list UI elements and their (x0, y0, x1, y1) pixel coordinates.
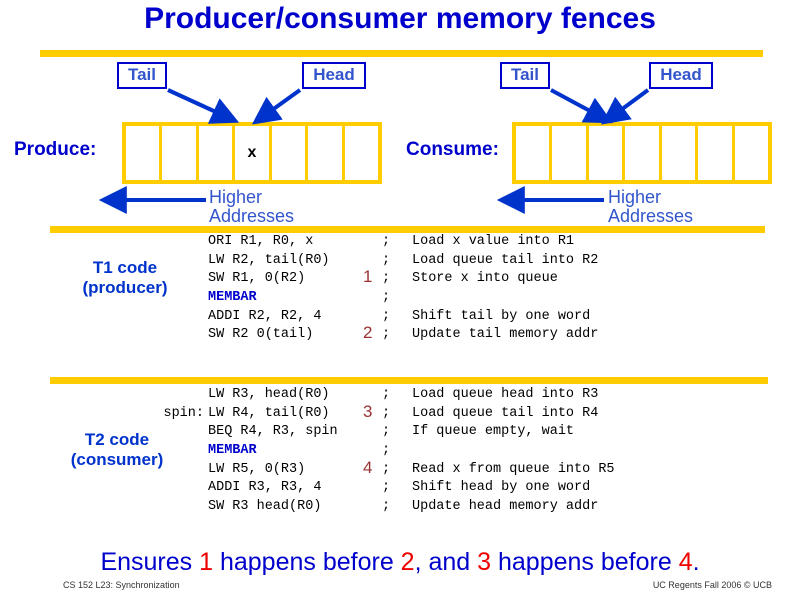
producer-queue-label: Produce: (14, 139, 97, 160)
producer-tail-label: Tail (117, 62, 167, 89)
conclusion-part-1: Ensures (100, 548, 200, 576)
code-instruction: SW R3 head(R0) (208, 499, 322, 515)
code-instruction: ADDI R2, R2, 4 (208, 308, 322, 324)
t2-code-title-line1: T2 code (84, 430, 150, 449)
code-comment-separator: ; (382, 461, 391, 477)
arrow-overlay (98, 88, 650, 214)
queue-cell (126, 126, 163, 180)
t1-code-title-line1: T1 code (92, 258, 158, 277)
producer-head-label: Head (302, 62, 366, 89)
code-comment-separator: ; (382, 234, 391, 249)
code-comment-separator: ; (382, 405, 391, 421)
queue-cell (662, 126, 699, 180)
code-comment-separator: ; (382, 387, 391, 402)
consumer-head-label: Head (649, 62, 713, 89)
conclusion-part-4: happens before (491, 548, 679, 576)
t1-code-title: T1 code (producer) (55, 258, 195, 298)
ordering-marker-1: 1 (363, 267, 373, 287)
queue-cell (199, 126, 236, 180)
footer-course-label: CS 152 L23: Synchronization (63, 580, 180, 590)
producer-axis-label-line2: Addresses (209, 206, 295, 226)
code-comment-separator: ; (382, 499, 391, 515)
code-instruction: SW R2 0(tail) (208, 327, 314, 343)
conclusion-number-2: 2 (400, 548, 415, 576)
ordering-marker-4: 4 (363, 457, 373, 477)
code-instruction: SW R1, 0(R2) (208, 271, 306, 287)
code-comment: Shift tail by one word (412, 308, 591, 324)
code-comment: Shift head by one word (412, 480, 591, 496)
conclusion-part-5: . (692, 548, 700, 576)
code-comment: Store x into queue (412, 271, 558, 287)
queue-cell (162, 126, 199, 180)
ordering-marker-2: 2 (363, 323, 373, 343)
conclusion-number-1: 1 (199, 548, 214, 576)
code-instruction: ORI R1, R0, x (208, 234, 314, 249)
t2-code-title: T2 code (consumer) (42, 430, 192, 470)
queue-cell (589, 126, 626, 180)
code-instruction: LW R5, 0(R3) (208, 461, 306, 477)
code-comment: Load queue tail into R4 (412, 405, 599, 421)
code-comment: Load x value into R1 (412, 234, 575, 249)
producer-head-arrow-icon (251, 88, 302, 125)
code-comment: Read x from queue into R5 (412, 461, 615, 477)
queue-cell (735, 126, 768, 180)
footer-copyright: UC Regents Fall 2006 © UCB (652, 580, 772, 590)
code-instruction: LW R4, tail(R0) (208, 405, 330, 421)
consumer-axis-label: Higher Addresses (608, 188, 693, 226)
memory-barrier-instruction: MEMBAR (208, 290, 257, 306)
conclusion-part-2: happens before (213, 548, 401, 576)
code-comment: Load queue head into R3 (412, 387, 599, 402)
consumer-tail-label: Tail (500, 62, 550, 89)
slide-canvas: Producer/consumer memory fences Tail Hea… (0, 0, 800, 600)
code-comment-separator: ; (382, 290, 391, 306)
divider-top (40, 50, 763, 57)
consumer-axis-label-line2: Addresses (608, 206, 694, 226)
queue-cell: x (235, 126, 272, 180)
consumer-head-arrow-icon (600, 88, 650, 125)
code-comment-separator: ; (382, 424, 391, 440)
queue-cell (516, 126, 553, 180)
conclusion-part-3: , and (414, 548, 478, 576)
code-label: spin: (163, 405, 204, 421)
producer-axis-label: Higher Addresses (209, 188, 294, 226)
t2-code-title-line2: (consumer) (70, 450, 164, 469)
code-comment-separator: ; (382, 252, 391, 268)
producer-queue: x (122, 122, 382, 184)
code-instruction: LW R3, head(R0) (208, 387, 330, 402)
queue-cell (625, 126, 662, 180)
code-comment-separator: ; (382, 308, 391, 324)
code-comment: If queue empty, wait (412, 424, 575, 440)
code-comment-separator: ; (382, 480, 391, 496)
producer-axis-label-line1: Higher (209, 187, 263, 207)
code-comment-separator: ; (382, 327, 391, 343)
consumer-queue-label: Consume: (406, 139, 499, 160)
t1-code-title-line2: (producer) (82, 278, 168, 297)
memory-barrier-instruction: MEMBAR (208, 443, 257, 459)
code-instruction: LW R2, tail(R0) (208, 252, 330, 268)
queue-cell (345, 126, 378, 180)
consumer-queue (512, 122, 772, 184)
queue-cell (698, 126, 735, 180)
divider-lower (50, 377, 768, 384)
queue-cell (308, 126, 345, 180)
producer-tail-arrow-icon (167, 88, 240, 124)
page-title: Producer/consumer memory fences (144, 2, 656, 35)
ordering-marker-3: 3 (363, 401, 373, 421)
consumer-axis-label-line1: Higher (608, 187, 662, 207)
code-comment: Update tail memory addr (412, 327, 599, 343)
code-instruction: BEQ R4, R3, spin (208, 424, 338, 440)
conclusion-text: Ensures 1 happens before 2, and 3 happen… (0, 548, 800, 577)
consumer-tail-arrow-icon (550, 88, 613, 124)
queue-cell (272, 126, 309, 180)
conclusion-number-3: 3 (477, 548, 492, 576)
code-comment: Load queue tail into R2 (412, 252, 599, 268)
conclusion-number-4: 4 (678, 548, 693, 576)
code-comment-separator: ; (382, 271, 391, 287)
code-instruction: ADDI R3, R3, 4 (208, 480, 322, 496)
code-comment-separator: ; (382, 443, 391, 459)
queue-cell (552, 126, 589, 180)
divider-middle (50, 226, 765, 233)
code-comment: Update head memory addr (412, 499, 599, 515)
